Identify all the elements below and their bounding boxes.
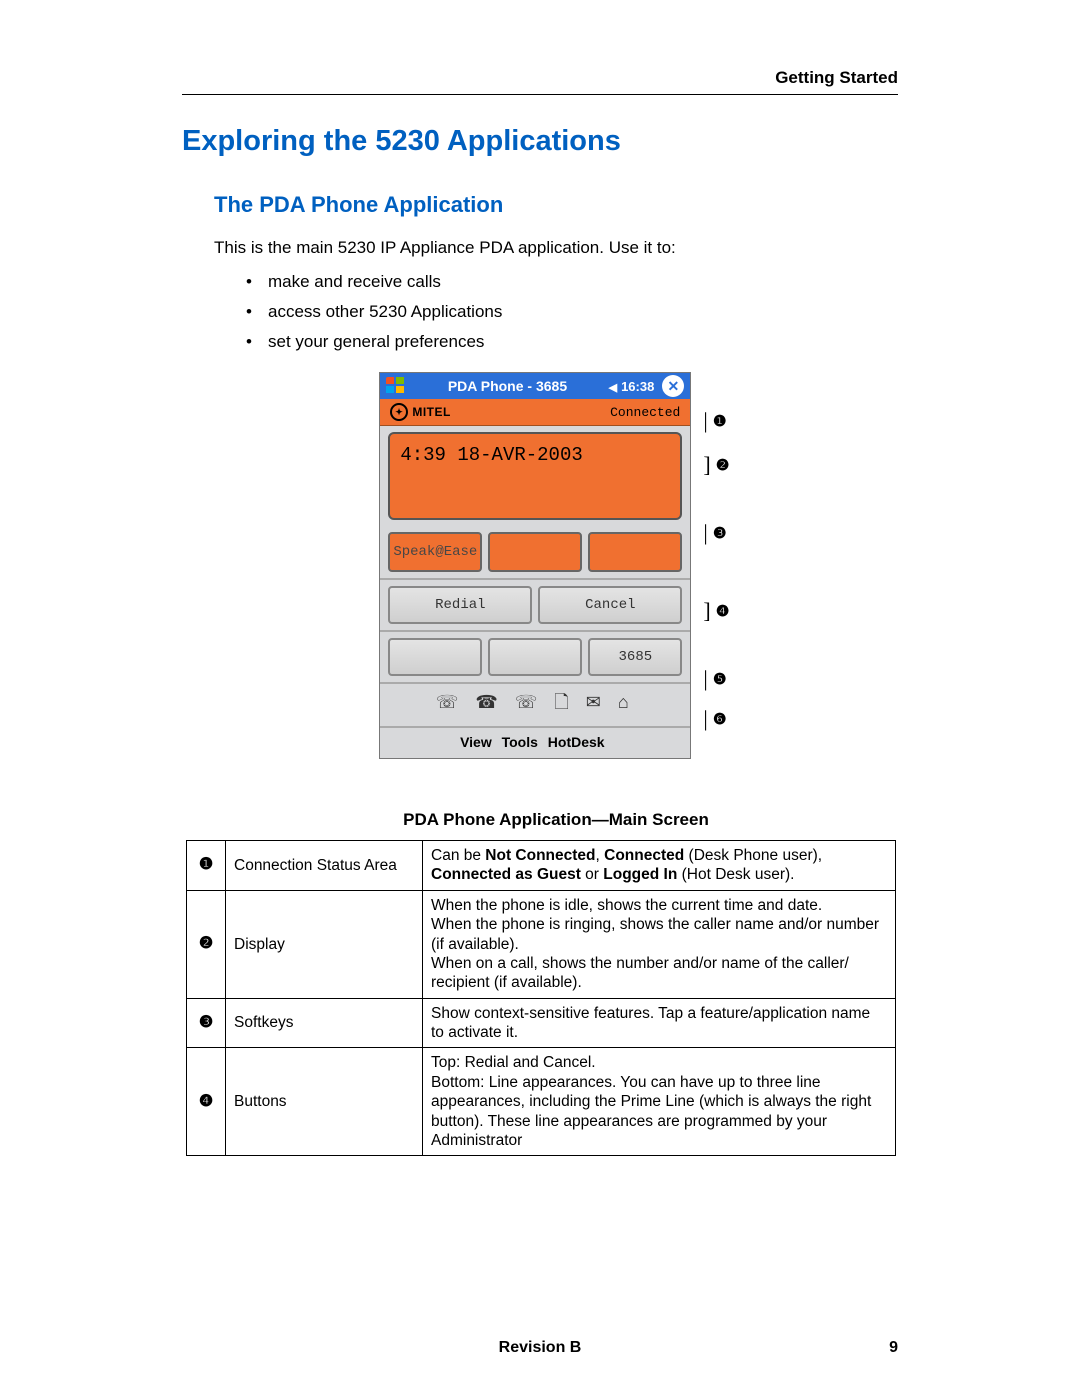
header-rule [182,94,898,95]
pda-title-text: PDA Phone - 3685 [414,378,600,394]
row-label: Display [226,890,423,998]
menu-tools[interactable]: Tools [502,734,538,750]
row-desc: When the phone is idle, shows the curren… [423,890,896,998]
bullet-item: make and receive calls [246,272,898,292]
row-desc: Can be Not Connected, Connected (Desk Ph… [423,841,896,891]
mitel-logo: ✦ MITEL [390,403,451,421]
page-header-section: Getting Started [182,68,898,88]
callout-6: |❻ [703,706,729,732]
row-desc: Top: Redial and Cancel.Bottom: Line appe… [423,1048,896,1156]
row-label: Softkeys [226,998,423,1048]
bullet-item: access other 5230 Applications [246,302,898,322]
callout-2: ]❷ [703,452,732,478]
row-number: ❹ [187,1048,226,1156]
table-row: ❸ Softkeys Show context-sensitive featur… [187,998,896,1048]
redial-button[interactable]: Redial [388,586,532,624]
fixed-buttons-row: Redial Cancel [380,578,690,630]
telephony-icons-bar[interactable]: ☏ ☎ ☏ 🗋 ✉ ⌂ [380,682,690,726]
revision-label: Revision B [499,1339,582,1356]
close-icon[interactable]: ✕ [662,375,684,397]
softkeys-row: Speak@Ease [380,526,690,578]
pda-clock-area: 16:38 [609,379,655,394]
pda-figure: PDA Phone - 3685 16:38 ✕ ✦ MITEL Connect… [214,372,898,802]
row-number: ❸ [187,998,226,1048]
connection-status-label: Connected [610,405,680,420]
line-2-button[interactable] [488,638,582,676]
intro-text: This is the main 5230 IP Appliance PDA a… [214,238,898,258]
table-row: ❶ Connection Status Area Can be Not Conn… [187,841,896,891]
line-appearances-row: 3685 [380,630,690,682]
callout-1: |❶ [703,408,729,434]
legend-table: ❶ Connection Status Area Can be Not Conn… [186,840,896,1156]
document-page: Getting Started Exploring the 5230 Appli… [0,0,1080,1397]
volume-icon [609,379,617,394]
windows-logo-icon [386,377,406,395]
softkey-2[interactable] [488,532,582,572]
connection-status-area: ✦ MITEL Connected [380,399,690,426]
line-3-button[interactable]: 3685 [588,638,682,676]
figure-caption: PDA Phone Application—Main Screen [214,810,898,830]
menu-view[interactable]: View [460,734,492,750]
menu-hotdesk[interactable]: HotDesk [548,734,605,750]
table-row: ❹ Buttons Top: Redial and Cancel.Bottom:… [187,1048,896,1156]
softkey-3[interactable] [588,532,682,572]
table-row: ❷ Display When the phone is idle, shows … [187,890,896,998]
page-title: Exploring the 5230 Applications [182,125,898,158]
callout-4: ]❹ [703,598,732,624]
callout-5: |❺ [703,666,729,692]
pda-device: PDA Phone - 3685 16:38 ✕ ✦ MITEL Connect… [379,372,691,759]
cancel-button[interactable]: Cancel [538,586,682,624]
callout-3: |❸ [703,520,729,546]
intro-bullets: make and receive calls access other 5230… [246,272,898,352]
page-subtitle: The PDA Phone Application [214,192,898,218]
softkey-1[interactable]: Speak@Ease [388,532,482,572]
figure-callouts: |❶ ]❷ |❸ ]❹ |❺ |❻ [703,372,732,802]
page-footer: Revision B 9 [182,1339,898,1357]
pda-titlebar: PDA Phone - 3685 16:38 ✕ [380,373,690,399]
pda-menu-bar: View Tools HotDesk [380,726,690,758]
row-number: ❷ [187,890,226,998]
bullet-item: set your general preferences [246,332,898,352]
pda-display: 4:39 18-AVR-2003 [388,432,682,520]
row-desc: Show context-sensitive features. Tap a f… [423,998,896,1048]
row-label: Buttons [226,1048,423,1156]
page-number: 9 [889,1339,898,1357]
row-label: Connection Status Area [226,841,423,891]
pda-time: 16:38 [621,379,654,394]
row-number: ❶ [187,841,226,891]
line-1-button[interactable] [388,638,482,676]
